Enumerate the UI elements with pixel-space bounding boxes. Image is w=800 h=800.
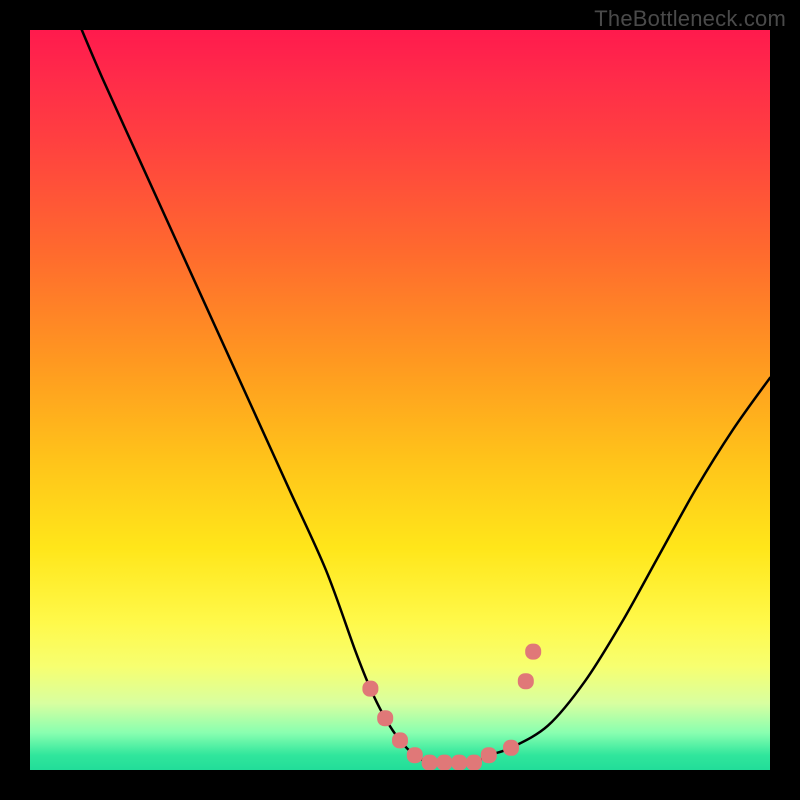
plot-area [30, 30, 770, 770]
bottleneck-curve [82, 30, 770, 763]
marker-layer [362, 644, 541, 770]
data-marker [436, 755, 452, 770]
data-marker [466, 755, 482, 770]
data-marker [481, 747, 497, 763]
chart-frame: TheBottleneck.com [0, 0, 800, 800]
data-marker [362, 681, 378, 697]
data-marker [422, 755, 438, 770]
data-marker [525, 644, 541, 660]
data-marker [503, 740, 519, 756]
data-marker [451, 755, 467, 770]
watermark-text: TheBottleneck.com [594, 6, 786, 32]
curve-path [82, 30, 770, 763]
data-marker [377, 710, 393, 726]
data-marker [518, 673, 534, 689]
data-marker [392, 732, 408, 748]
curve-layer [30, 30, 770, 770]
data-marker [407, 747, 423, 763]
